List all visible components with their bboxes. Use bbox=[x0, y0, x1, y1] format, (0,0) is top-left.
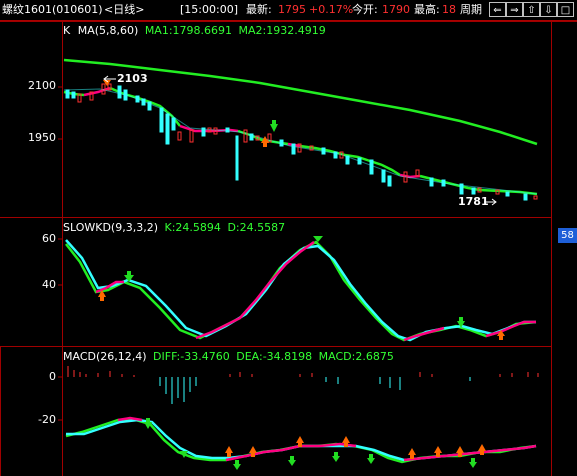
kd-d-value: D:24.5587 bbox=[227, 221, 286, 234]
macd-legend: MACD(26,12,4) DIFF:-33.4760 DEA:-34.8198… bbox=[63, 350, 394, 363]
ma2-value: MA2:1932.4919 bbox=[238, 24, 326, 37]
main-indicator-label: K bbox=[63, 24, 71, 37]
candles bbox=[65, 83, 538, 201]
ma1-value: MA1:1798.6691 bbox=[144, 24, 233, 37]
main-legend: K MA(5,8,60) MA1:1798.6691 MA2:1932.4919 bbox=[63, 24, 326, 37]
kd-tick-40: 40 bbox=[42, 278, 56, 291]
kd-d-line bbox=[65, 239, 536, 342]
kd-legend: SLOWKD(9,3,3,2) K:24.5894 D:24.5587 bbox=[63, 221, 285, 234]
ma5-line bbox=[63, 86, 538, 196]
macd-value: MACD:2.6875 bbox=[318, 350, 394, 363]
kd-value-box: 58 bbox=[558, 228, 577, 243]
macd-label: MACD(26,12,4) bbox=[63, 350, 147, 363]
macd-tick-neg20: -20 bbox=[38, 413, 56, 426]
kd-label: SLOWKD(9,3,3,2) bbox=[63, 221, 159, 234]
chart-canvas bbox=[0, 21, 577, 476]
macd-dea-value: DEA:-34.8198 bbox=[236, 350, 313, 363]
kd-pink-segments bbox=[95, 240, 536, 342]
macd-tick-0: 0 bbox=[49, 370, 56, 383]
macd-histogram bbox=[67, 366, 539, 404]
ma-label: MA(5,8,60) bbox=[77, 24, 139, 37]
price-tick-2100: 2100 bbox=[28, 79, 56, 92]
low-annotation: 1781 bbox=[458, 195, 489, 208]
kd-k-value: K:24.5894 bbox=[164, 221, 221, 234]
high-annotation: 2103 bbox=[117, 72, 148, 85]
macd-diff-value: DIFF:-33.4760 bbox=[153, 350, 230, 363]
kd-k-line bbox=[65, 240, 537, 342]
price-tick-1950: 1950 bbox=[28, 131, 56, 144]
macd-signal-arrows bbox=[144, 418, 486, 470]
kd-tick-60: 60 bbox=[42, 232, 56, 245]
